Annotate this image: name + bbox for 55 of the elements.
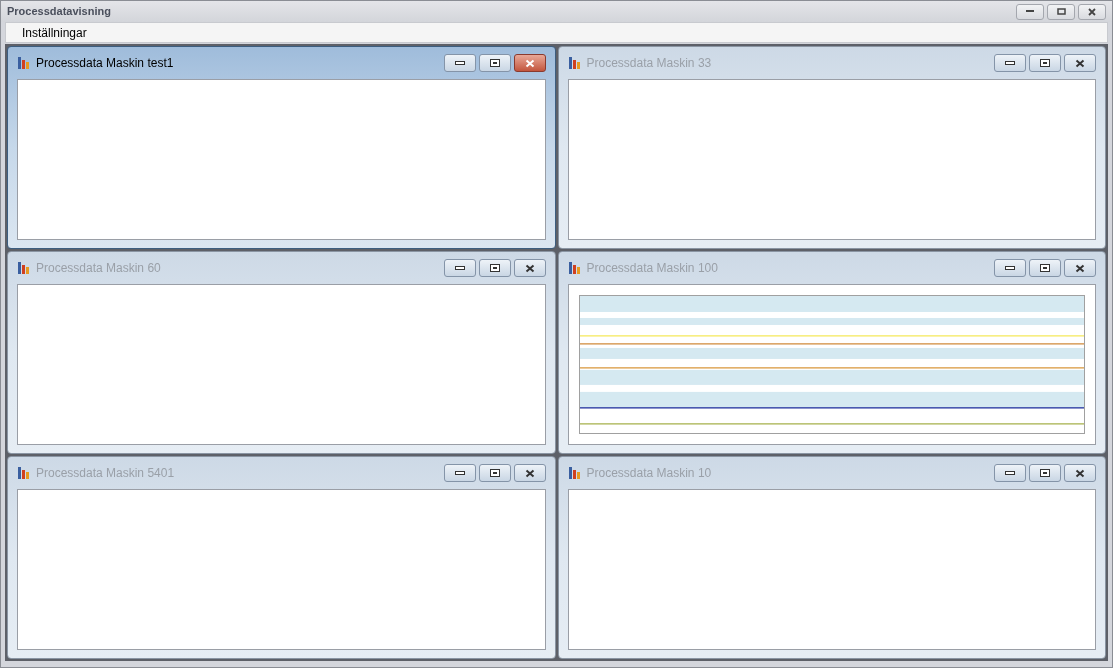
close-button[interactable] [1078,3,1106,20]
minimize-icon [454,471,465,476]
minimize-icon [454,266,465,271]
close-button[interactable] [1064,259,1096,278]
minimize-button[interactable] [443,259,476,278]
close-button[interactable] [1064,54,1096,73]
minimize-icon [1005,61,1015,66]
maximize-button[interactable] [478,464,511,483]
child-window-title: Processdata Maskin 5401 [36,465,175,483]
minimize-button[interactable] [994,259,1026,278]
minimize-button[interactable] [443,464,476,483]
bar-chart-icon [17,466,31,481]
close-button[interactable] [513,464,546,483]
menu-item[interactable]: Inställningar [16,23,93,42]
child-window-title: Processdata Maskin 60 [36,260,161,278]
minimize-icon [1026,10,1034,14]
maximize-icon [489,59,500,68]
maximize-icon [489,264,500,273]
maximize-icon [1056,8,1066,16]
child-window-title: Processdata Maskin 33 [586,55,712,73]
bar-chart-icon [567,56,582,71]
close-button[interactable] [513,259,546,278]
child-window-title: Processdata Maskin 100 [586,260,718,278]
maximize-button[interactable] [1029,54,1061,73]
maximize-button[interactable] [1029,259,1061,278]
minimize-button[interactable] [443,54,476,73]
close-icon [1088,7,1096,16]
minimize-button[interactable] [1016,3,1044,20]
bar-chart-icon [17,56,31,71]
maximize-button[interactable] [478,54,511,73]
window-title: Processdatavisning [7,4,111,20]
close-icon [1075,58,1085,68]
child-window-title: Processdata Maskin test1 [36,55,174,73]
bar-chart-icon [17,261,31,276]
close-icon [524,468,535,478]
maximize-icon [1040,59,1050,68]
close-icon [524,263,535,273]
close-button[interactable] [513,54,546,73]
maximize-icon [1040,469,1050,478]
bar-chart-icon [567,466,582,481]
minimize-button[interactable] [994,54,1026,73]
close-icon [1075,468,1085,478]
minimize-icon [454,61,465,66]
minimize-button[interactable] [994,464,1026,483]
close-icon [524,58,535,68]
maximize-icon [1040,264,1050,273]
minimize-icon [1005,471,1015,476]
close-icon [1075,263,1085,273]
maximize-button[interactable] [1029,464,1061,483]
bar-chart-icon [567,261,582,276]
maximize-button[interactable] [478,259,511,278]
minimize-icon [1005,266,1015,271]
maximize-icon [489,469,500,478]
child-window-title: Processdata Maskin 10 [586,465,712,483]
close-button[interactable] [1064,464,1096,483]
